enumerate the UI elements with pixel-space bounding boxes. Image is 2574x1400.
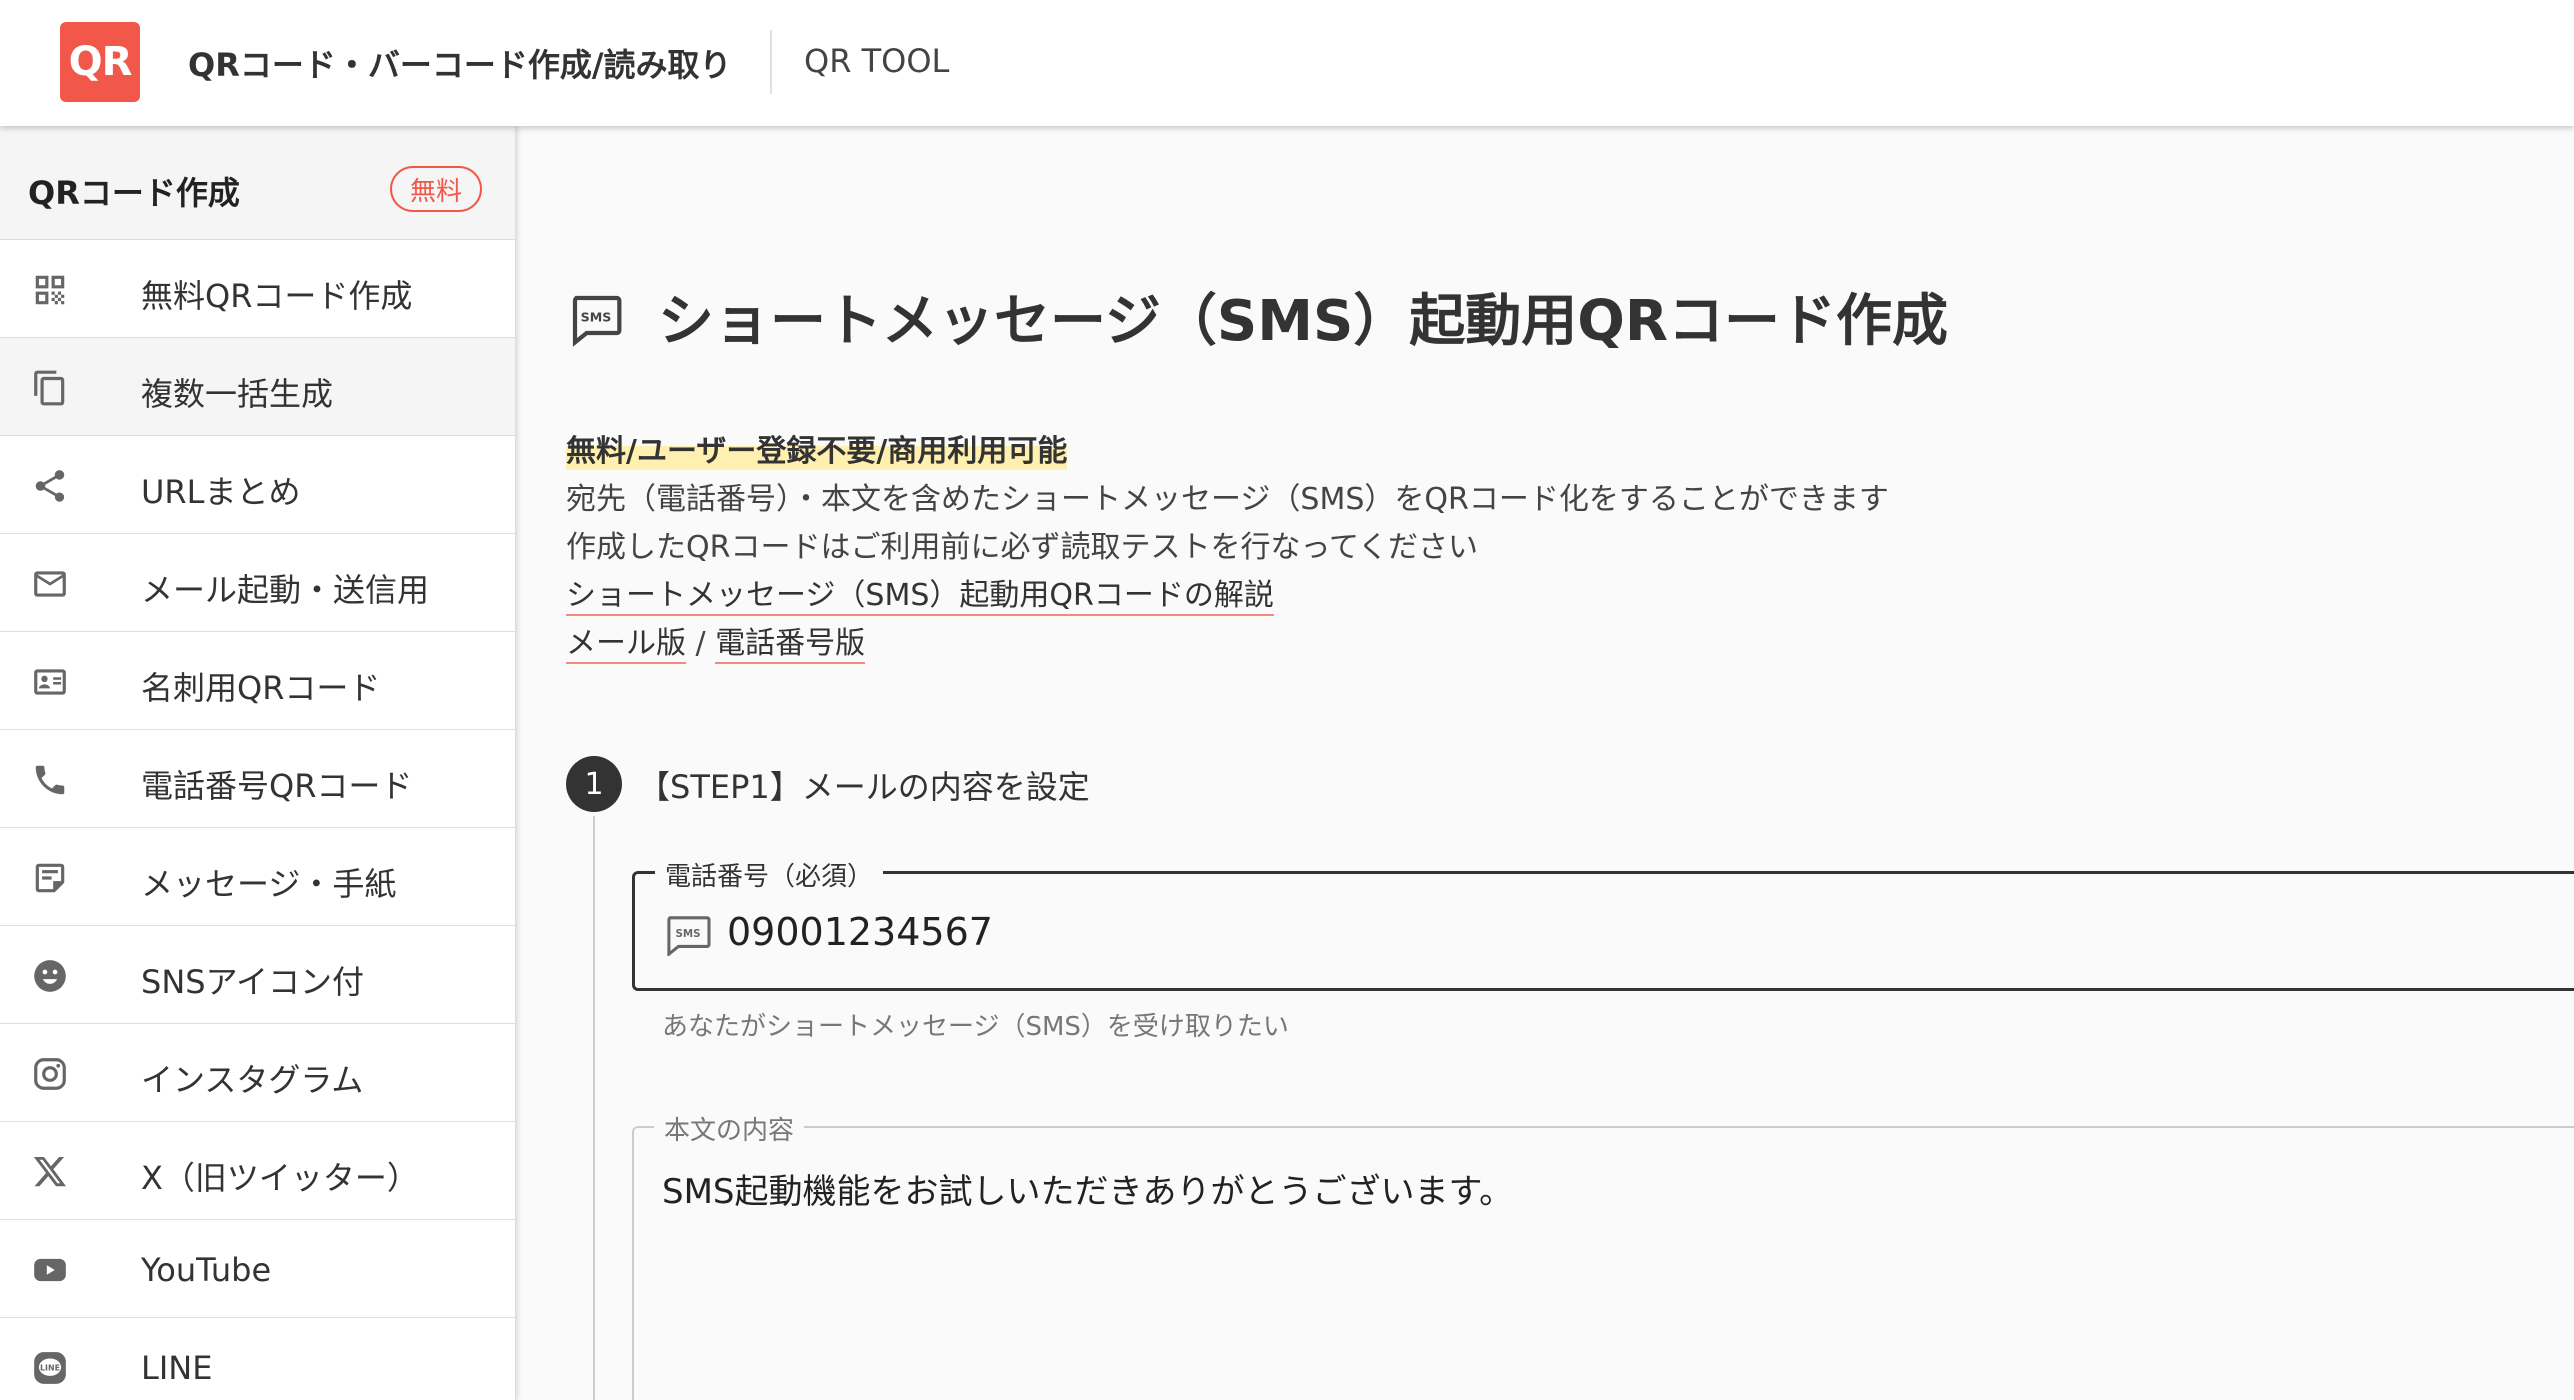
smiley-icon [30, 956, 70, 996]
site-subtitle: QR TOOL [804, 42, 950, 80]
sidebar-item-line[interactable]: LINE LINE [0, 1318, 515, 1400]
sidebar: QRコード作成 無料 無料QRコード作成 複数一括生成 URLまとめ メール起動… [0, 126, 516, 1400]
x-logo-icon [30, 1152, 70, 1192]
share-icon [30, 466, 70, 506]
sms-icon: SMS [572, 295, 622, 347]
feature-highlight: 無料/ユーザー登録不要/商用利用可能 [566, 426, 1068, 470]
sidebar-item-label: 電話番号QRコード [141, 767, 413, 805]
sidebar-item-youtube[interactable]: YouTube [0, 1220, 515, 1318]
sidebar-item-phone[interactable]: 電話番号QRコード [0, 730, 515, 828]
note-icon [30, 858, 70, 898]
copy-icon [30, 368, 70, 408]
sidebar-item-label: X（旧ツイッター） [141, 1159, 419, 1197]
sidebar-item-label: 複数一括生成 [141, 375, 334, 413]
sidebar-item-x[interactable]: X（旧ツイッター） [0, 1122, 515, 1220]
sms-icon: SMS [667, 916, 711, 956]
message-body-textarea[interactable]: SMS起動機能をお試しいただきありがとうございます。 [662, 1164, 2462, 1400]
line-icon: LINE [30, 1348, 70, 1388]
sidebar-item-label: URLまとめ [141, 473, 301, 511]
instagram-icon [30, 1054, 70, 1094]
phone-number-input[interactable] [727, 904, 1927, 960]
body-field-label: 本文の内容 [654, 1110, 805, 1147]
sidebar-section-title: QRコード作成 [28, 174, 240, 212]
svg-text:LINE: LINE [40, 1363, 60, 1372]
phone-icon [30, 760, 70, 800]
sidebar-item-label: メール起動・送信用 [141, 571, 430, 609]
sidebar-item-bulk[interactable]: 複数一括生成 [0, 338, 515, 436]
main-content: SMS ショートメッセージ（SMS）起動用QRコード作成 無料/ユーザー登録不要… [516, 126, 2574, 1400]
phone-number-field: 電話番号（必須） SMS [632, 856, 2574, 991]
sidebar-item-url[interactable]: URLまとめ [0, 436, 515, 534]
qr-code-icon [30, 270, 70, 310]
sidebar-item-sns-icon[interactable]: SNSアイコン付 [0, 926, 515, 1024]
sidebar-item-label: インスタグラム [141, 1061, 364, 1099]
sidebar-item-free-qr[interactable]: 無料QRコード作成 [0, 240, 515, 338]
header-divider [770, 30, 772, 94]
sidebar-item-label: YouTube [141, 1251, 272, 1289]
sidebar-item-label: メッセージ・手紙 [141, 865, 397, 903]
site-title[interactable]: QRコード・バーコード作成/読み取り [188, 40, 732, 86]
description-line-1: 宛先（電話番号）・本文を含めたショートメッセージ（SMS）をQRコード化をするこ… [566, 482, 1889, 517]
step-number-badge: 1 [566, 756, 622, 812]
sidebar-section-header: QRコード作成 無料 [0, 126, 515, 240]
message-body-field: 本文の内容 SMS起動機能をお試しいただきありがとうございます。 [632, 1110, 2574, 1400]
free-badge: 無料 [390, 166, 482, 212]
sms-guide-link[interactable]: ショートメッセージ（SMS）起動用QRコードの解説 [566, 578, 1274, 616]
link-separator: / [686, 626, 716, 661]
sidebar-item-label: LINE [141, 1349, 213, 1387]
svg-text:SMS: SMS [581, 309, 612, 324]
guide-link-row: ショートメッセージ（SMS）起動用QRコードの解説 [566, 570, 1274, 616]
alt-version-links: メール版 / 電話番号版 [566, 618, 866, 664]
mail-icon [30, 564, 70, 604]
page-title: ショートメッセージ（SMS）起動用QRコード作成 [658, 289, 1948, 354]
app-header: QR QRコード・バーコード作成/読み取り QR TOOL [0, 0, 2574, 126]
description-line-2: 作成したQRコードはご利用前に必ず読取テストを行なってください [566, 530, 1479, 565]
step-title: 【STEP1】メールの内容を設定 [638, 768, 1090, 806]
sidebar-item-label: SNSアイコン付 [141, 963, 364, 1001]
svg-text:SMS: SMS [675, 928, 700, 940]
qr-logo[interactable]: QR [60, 22, 140, 102]
phone-version-link[interactable]: 電話番号版 [715, 626, 866, 664]
sidebar-item-business-card[interactable]: 名刺用QRコード [0, 632, 515, 730]
youtube-icon [30, 1250, 70, 1290]
mail-version-link[interactable]: メール版 [566, 626, 686, 664]
sidebar-item-label: 名刺用QRコード [141, 669, 381, 707]
sidebar-item-instagram[interactable]: インスタグラム [0, 1024, 515, 1122]
phone-field-label: 電話番号（必須） [655, 856, 884, 893]
step-connector-line [593, 816, 595, 1400]
id-card-icon [30, 662, 70, 702]
sidebar-item-mail[interactable]: メール起動・送信用 [0, 534, 515, 632]
phone-helper-text: あなたがショートメッセージ（SMS）を受け取りたい [662, 1012, 1289, 1042]
sidebar-item-label: 無料QRコード作成 [141, 277, 413, 315]
sidebar-item-message[interactable]: メッセージ・手紙 [0, 828, 515, 926]
